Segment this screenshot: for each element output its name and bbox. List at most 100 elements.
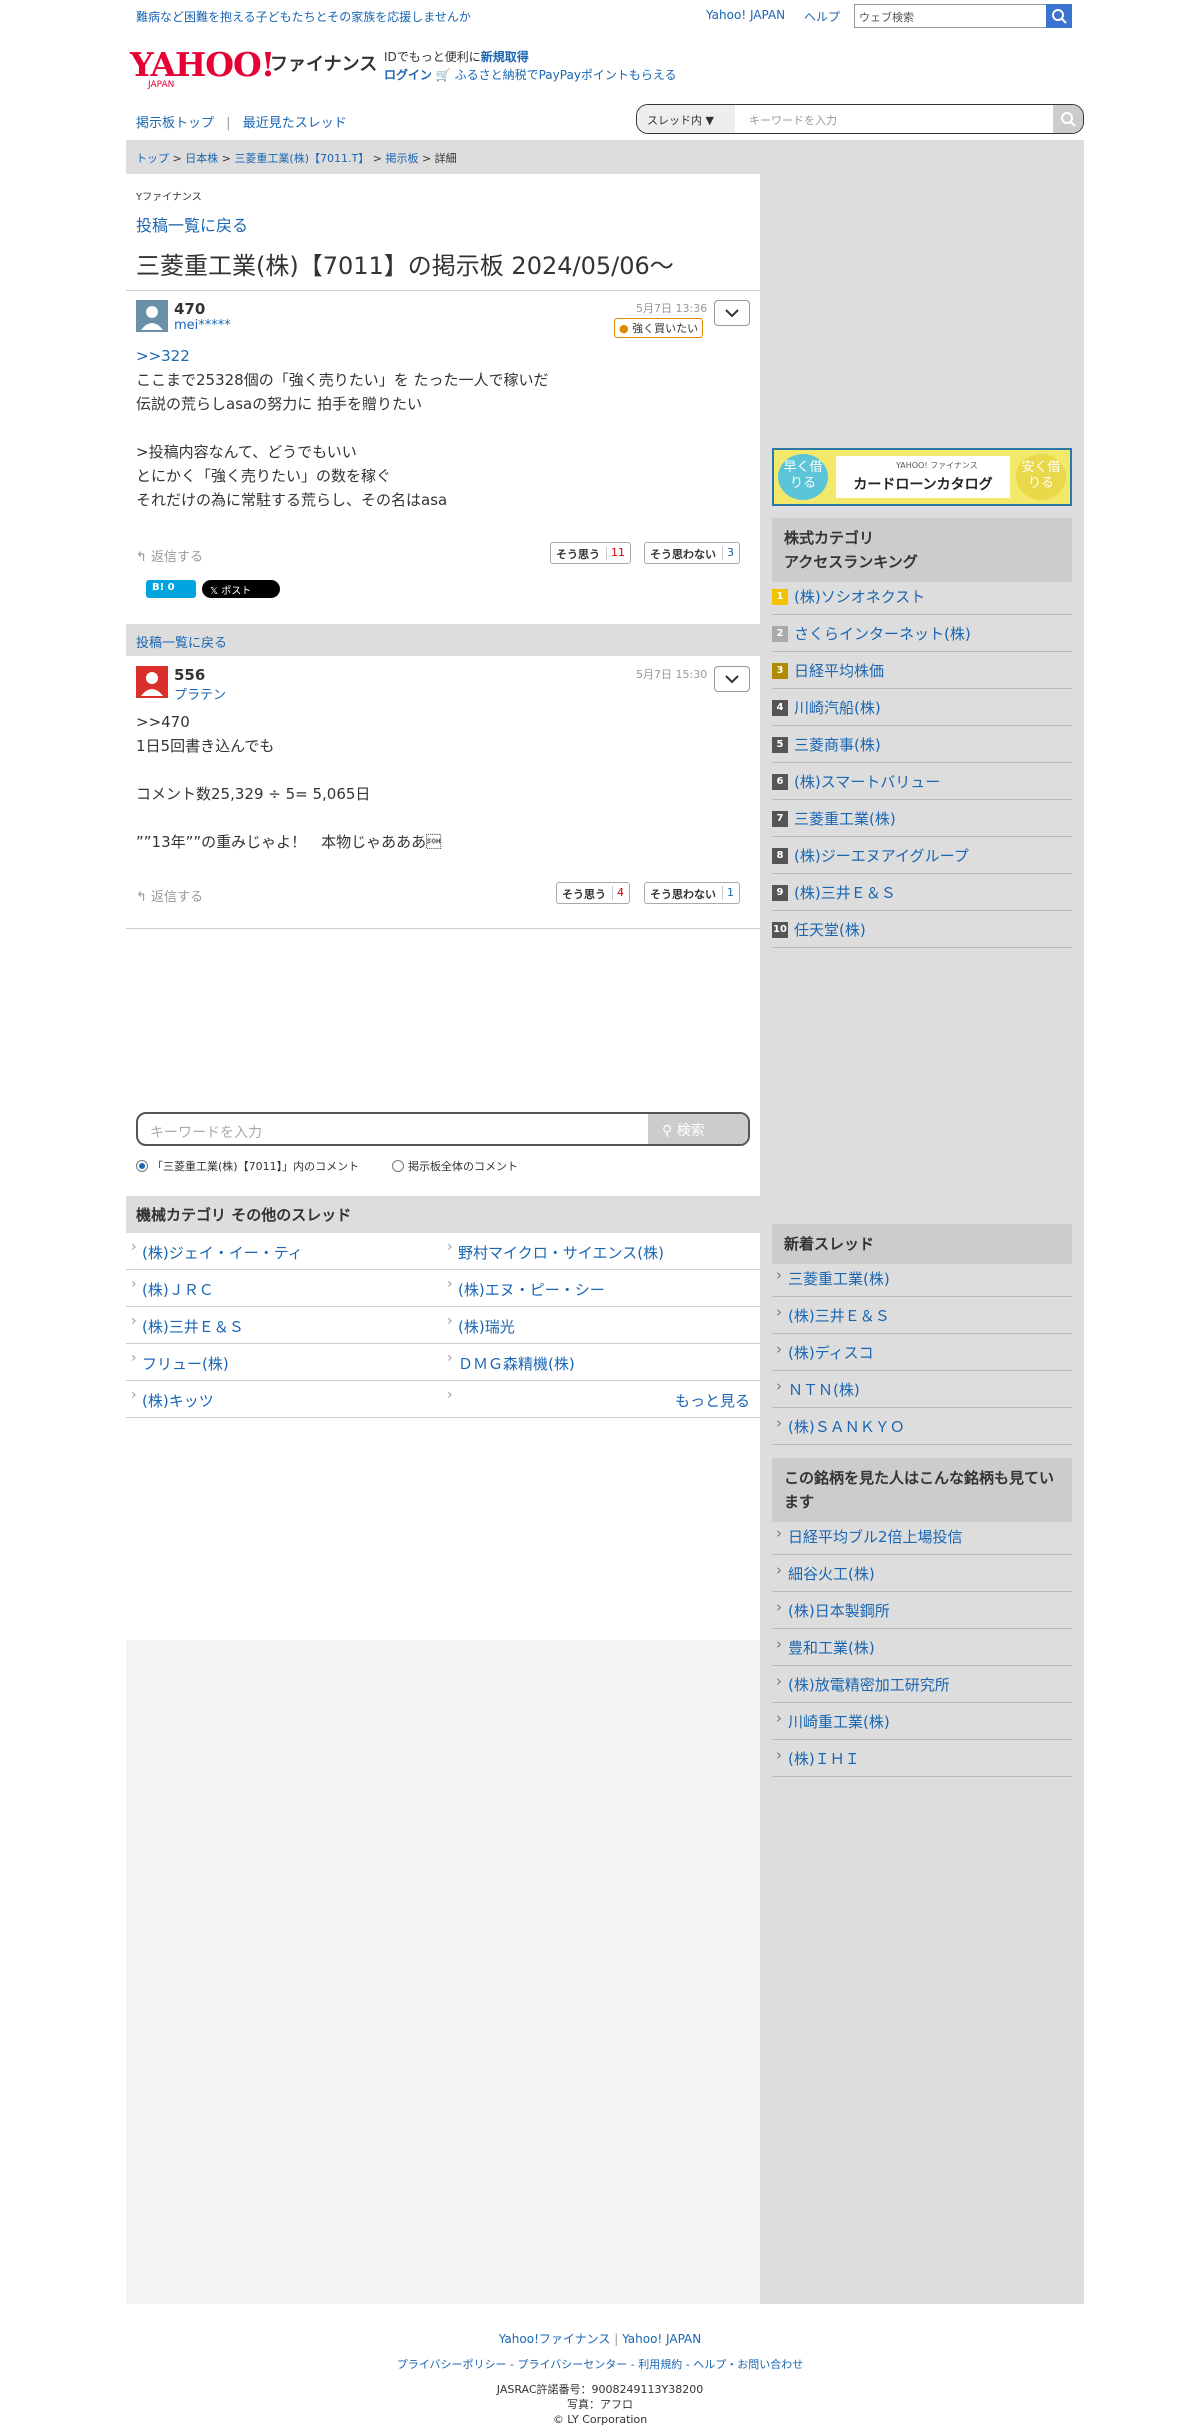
thread-link[interactable]: (株)エヌ・ピー・シー (442, 1270, 760, 1307)
other-threads-list: (株)ジェイ・イー・ティ野村マイクロ・サイエンス(株) (株)ＪＲＣ(株)エヌ・… (126, 1233, 760, 1418)
terms-link[interactable]: 利用規約 (638, 2358, 682, 2371)
thread-link[interactable]: 野村マイクロ・サイエンス(株) (442, 1233, 760, 1270)
crumb-jp-stock[interactable]: 日本株 (185, 152, 218, 165)
x-post-button[interactable]: 𝕏 ポスト (202, 580, 280, 598)
back-to-list-link-2[interactable]: 投稿一覧に戻る (136, 636, 227, 651)
finance-title[interactable]: ファイナンス (270, 50, 377, 76)
new-thread-link[interactable]: (株)ディスコ (772, 1334, 1072, 1371)
ranking-item[interactable]: 7 三菱重工業(株) (772, 800, 1072, 837)
privacy-policy-link[interactable]: プライバシーポリシー (397, 2358, 507, 2371)
post-menu-button[interactable] (714, 300, 750, 326)
footer-info: JASRAC許諾番号：9008249113Y38200 写真：アフロ © LY … (0, 2382, 1200, 2427)
radio-all-boards[interactable]: 掲示板全体のコメント (392, 1158, 518, 1174)
also-viewed-link[interactable]: (株)放電精密加工研究所 (772, 1666, 1072, 1703)
comment-search-input[interactable]: キーワードを入力 (150, 1122, 262, 1142)
help-link[interactable]: ヘルプ (804, 8, 840, 25)
avatar[interactable] (136, 666, 168, 698)
thread-link[interactable]: (株)キッツ (126, 1381, 442, 1418)
more-link[interactable]: もっと見る (442, 1381, 760, 1418)
post-number[interactable]: 556 (174, 666, 205, 684)
new-thread-link[interactable]: (株)ＳＡＮＫＹＯ (772, 1408, 1072, 1445)
thread-link[interactable]: (株)瑞光 (442, 1307, 760, 1344)
page-title: 三菱重工業(株)【7011】の掲示板 2024/05/06〜 (136, 252, 674, 280)
web-search-input[interactable]: ウェブ検索 (854, 4, 1072, 28)
agree-button[interactable]: そう思う 11 (550, 542, 631, 564)
comment-search-button[interactable]: ⚲ 検索 (648, 1114, 748, 1144)
chevron-down-icon (725, 675, 739, 684)
thread-search-input[interactable]: キーワードを入力 (749, 112, 837, 128)
board-top-link[interactable]: 掲示板トップ (136, 116, 214, 131)
also-viewed-link[interactable]: 日経平均ブル2倍上場投信 (772, 1518, 1072, 1555)
disagree-button[interactable]: そう思わない 1 (644, 882, 740, 904)
avatar[interactable] (136, 300, 168, 332)
other-threads-title: 機械カテゴリ その他のスレッド (126, 1196, 760, 1233)
crumb-top[interactable]: トップ (136, 152, 169, 165)
footer-yahoo-link[interactable]: Yahoo! JAPAN (622, 2332, 701, 2346)
crumb-board[interactable]: 掲示板 (385, 152, 418, 165)
ranking-item[interactable]: 10 任天堂(株) (772, 911, 1072, 948)
ranking-item[interactable]: 2 さくらインターネット(株) (772, 615, 1072, 652)
thread-search-button[interactable] (1053, 105, 1083, 133)
signup-link[interactable]: 新規取得 (481, 50, 529, 64)
web-search-button[interactable] (1046, 4, 1072, 28)
ranking-item[interactable]: 5 三菱商事(株) (772, 726, 1072, 763)
help-contact-link[interactable]: ヘルプ・お問い合わせ (693, 2358, 803, 2371)
reply-button[interactable]: ↰ 返信する (136, 546, 203, 565)
privacy-center-link[interactable]: プライバシーセンター (518, 2358, 628, 2371)
login-link[interactable]: ログイン (384, 68, 432, 82)
also-viewed-link[interactable]: 細谷火工(株) (772, 1555, 1072, 1592)
footer-finance-link[interactable]: Yahoo!ファイナンス (499, 2332, 611, 2346)
also-viewed-link[interactable]: 豊和工業(株) (772, 1629, 1072, 1666)
card-loan-ad[interactable]: 早く借りる YAHOO! ファイナンス カードローンカタログ 安く借りる (772, 448, 1072, 506)
post-user[interactable]: プラテン (174, 684, 226, 703)
search-scope-select[interactable]: スレッド内 ▼ (637, 105, 735, 133)
ad-left-label: 早く借りる (778, 454, 828, 500)
divider (126, 928, 760, 929)
board-nav: 掲示板トップ | 最近見たスレッド (136, 116, 347, 131)
ranking-item[interactable]: 1 (株)ソシオネクスト (772, 578, 1072, 615)
yahoo-logo[interactable]: YAHOO! (130, 48, 275, 81)
thread-link[interactable]: (株)ジェイ・イー・ティ (126, 1233, 442, 1270)
new-thread-link[interactable]: ＮＴＮ(株) (772, 1371, 1072, 1408)
also-viewed-link[interactable]: (株)ＩＨＩ (772, 1740, 1072, 1777)
also-viewed-link[interactable]: 川崎重工業(株) (772, 1703, 1072, 1740)
ranking-item[interactable]: 4 川崎汽船(株) (772, 689, 1072, 726)
brand-small: Yファイナンス (136, 192, 202, 203)
post-number[interactable]: 470 (174, 300, 205, 318)
ranking-item[interactable]: 9 (株)三井Ｅ＆Ｓ (772, 874, 1072, 911)
rank-number: 3 (772, 663, 788, 679)
thread-link[interactable]: フリュー(株) (126, 1344, 442, 1381)
thread-link[interactable]: ＤＭＧ森精機(株) (442, 1344, 760, 1381)
crumb-stock[interactable]: 三菱重工業(株)【7011.T】 (234, 152, 369, 165)
divider (126, 290, 760, 291)
post-user[interactable]: mei***** (174, 318, 231, 333)
also-viewed-list: 日経平均ブル2倍上場投信 細谷火工(株) (株)日本製鋼所 豊和工業(株) (株… (772, 1518, 1072, 1777)
agree-button[interactable]: そう思う 4 (556, 882, 630, 904)
main-filler (126, 1640, 760, 2304)
yahoo-japan-link[interactable]: Yahoo! JAPAN (706, 8, 785, 22)
radio-this-stock[interactable]: 「三菱重工業(株)【7011】」内のコメント (136, 1158, 359, 1174)
post-menu-button[interactable] (714, 666, 750, 692)
ranking-item[interactable]: 8 (株)ジーエヌアイグループ (772, 837, 1072, 874)
login-line: ログイン 🛒 ふるさと納税でPayPayポイントもらえる (384, 66, 677, 83)
recent-threads-link[interactable]: 最近見たスレッド (243, 116, 347, 131)
promo-link[interactable]: 難病など困難を抱える子どもたちとその家族を応援しませんか (136, 8, 471, 25)
new-thread-link[interactable]: (株)三井Ｅ＆Ｓ (772, 1297, 1072, 1334)
reply-icon: ↰ (136, 890, 147, 905)
disagree-button[interactable]: そう思わない 3 (644, 542, 740, 564)
reply-button[interactable]: ↰ 返信する (136, 886, 203, 905)
also-viewed-link[interactable]: (株)日本製鋼所 (772, 1592, 1072, 1629)
ranking-item[interactable]: 6 (株)スマートバリュー (772, 763, 1072, 800)
new-thread-link[interactable]: 三菱重工業(株) (772, 1260, 1072, 1297)
ranking-item-label: 三菱重工業(株) (794, 810, 896, 828)
reply-ref-link[interactable]: >>322 (136, 347, 190, 365)
rank-number: 9 (772, 885, 788, 901)
ranking-item[interactable]: 3 日経平均株価 (772, 652, 1072, 689)
rank-number: 8 (772, 848, 788, 864)
furusato-link[interactable]: ふるさと納税でPayPayポイントもらえる (455, 68, 677, 82)
thread-link[interactable]: (株)ＪＲＣ (126, 1270, 442, 1307)
triangle-down-icon: ▼ (705, 114, 714, 127)
back-to-list-link[interactable]: 投稿一覧に戻る (136, 212, 248, 236)
thread-link[interactable]: (株)三井Ｅ＆Ｓ (126, 1307, 442, 1344)
hatena-bookmark-button[interactable]: B! 0 (146, 580, 196, 598)
